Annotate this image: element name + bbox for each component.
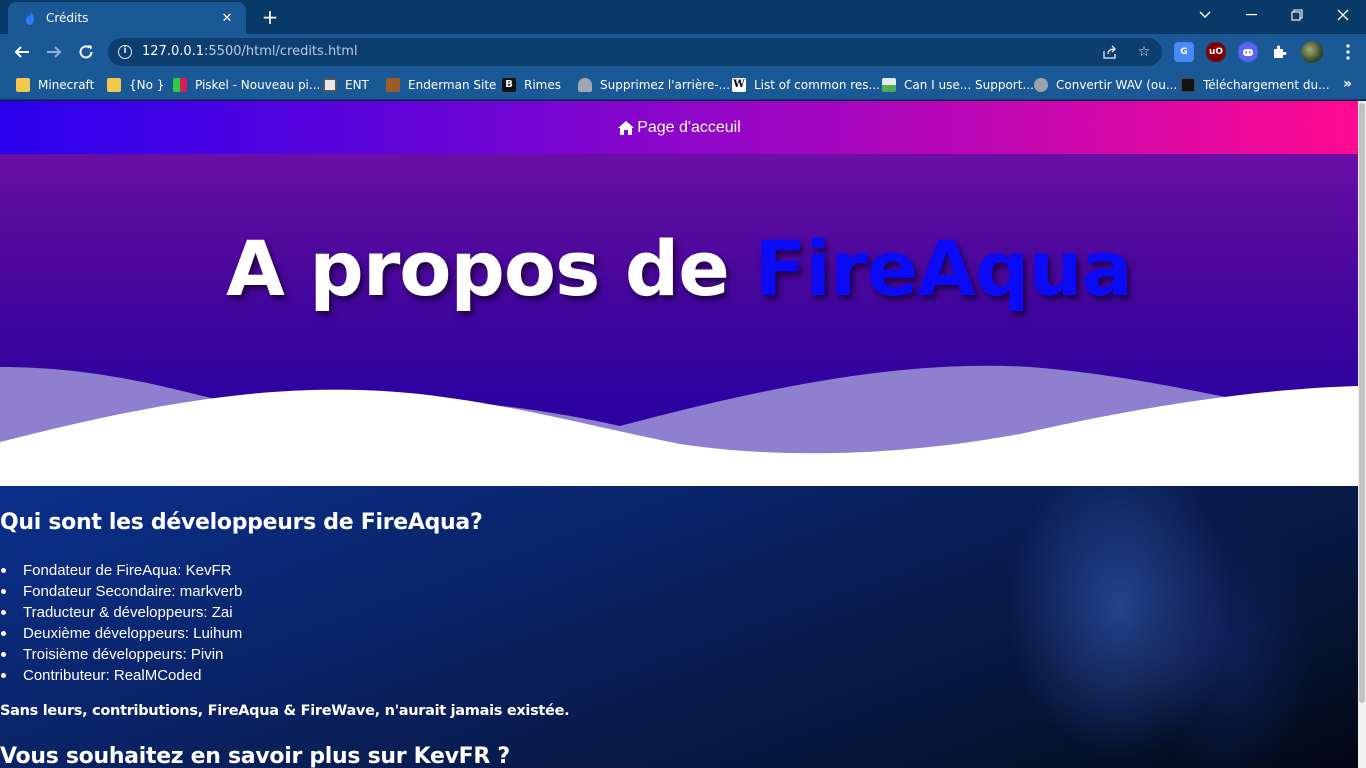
profile-avatar[interactable] [1301,41,1323,63]
bookmark-item[interactable]: Convertir WAV (ou... [1034,76,1177,94]
top-navigation: Page d'acceuil [0,101,1358,154]
bookmark-item[interactable]: Supprimez l'arrière-... [578,76,730,94]
developers-heading: Qui sont les développeurs de FireAqua? [0,510,483,535]
home-icon [618,120,635,135]
thanks-text: Sans leurs, contributions, FireAqua & Fi… [0,703,570,719]
discord-icon[interactable] [1238,42,1258,62]
piskel-icon [173,78,187,92]
browser-toolbar: i 127.0.0.1:5500/html/credits.html ☆ G u… [0,34,1366,70]
tab-strip: Crédits ✕ + [0,0,1366,34]
removebg-icon [578,78,592,92]
fire-favicon-icon [22,10,38,26]
hero-banner: A propos de FireAqua [0,154,1358,486]
bookmarks-bar: Minecraft {No } Piskel - Nouveau pi... E… [0,70,1366,100]
forward-button[interactable] [40,38,68,66]
reload-button[interactable] [72,38,100,66]
ent-icon [323,78,337,92]
rimes-icon: B [502,78,516,92]
bookmark-item[interactable]: {No } [107,76,164,94]
caniuse-icon [882,78,896,92]
bookmark-item[interactable]: ENT [323,76,369,94]
list-item: Fondateur de FireAqua: KevFR [0,560,242,581]
tab-search-icon[interactable] [1182,0,1228,30]
wikipedia-icon: W [732,78,746,92]
folder-icon [107,78,121,92]
folder-icon [16,78,30,92]
chrome-menu-icon[interactable] [1334,38,1362,66]
bookmark-star-icon[interactable]: ☆ [1134,42,1154,62]
credits-section: Qui sont les développeurs de FireAqua? F… [0,486,1358,768]
close-window-button[interactable] [1320,0,1366,30]
ublock-origin-icon[interactable]: uO [1206,42,1226,62]
share-icon[interactable] [1100,42,1120,62]
download-icon [1181,78,1195,92]
minimize-button[interactable] [1228,0,1274,30]
back-button[interactable] [8,38,36,66]
convert-icon [1034,78,1048,92]
home-link[interactable]: Page d'acceuil [617,119,741,137]
site-info-icon[interactable]: i [118,45,132,59]
tab-title: Crédits [46,11,89,25]
bookmark-item[interactable]: Minecraft [16,76,94,94]
new-tab-button[interactable]: + [258,6,282,28]
developers-list: Fondateur de FireAqua: KevFR Fondateur S… [0,560,242,686]
bookmark-item[interactable]: B Rimes [502,76,561,94]
bookmark-item[interactable]: W List of common res... [732,76,880,94]
google-translate-icon[interactable]: G [1174,42,1194,62]
browser-tab-active[interactable]: Crédits ✕ [8,2,246,34]
page-scrollbar[interactable] [1358,101,1366,768]
more-bookmarks-icon[interactable]: » [1343,76,1352,92]
list-item: Traducteur & développeurs: Zai [0,602,242,623]
restore-button[interactable] [1274,0,1320,30]
about-kevfr-heading: Vous souhaitez en savoir plus sur KevFR … [0,744,510,768]
extensions-puzzle-icon[interactable] [1270,42,1290,62]
close-tab-icon[interactable]: ✕ [218,11,236,26]
url-text: 127.0.0.1:5500/html/credits.html [142,44,358,59]
home-link-label: Page d'acceuil [637,118,741,136]
bookmark-item[interactable]: Téléchargement du... [1181,76,1330,94]
list-item: Contributeur: RealMCoded [0,665,242,686]
page-viewport: Page d'acceuil A propos de FireAqua Qui … [0,101,1358,768]
scrollbar-thumb[interactable] [1359,103,1365,703]
list-item: Troisième développeurs: Pivin [0,644,242,665]
bookmark-item[interactable]: Piskel - Nouveau pi... [173,76,320,94]
bookmark-item[interactable]: Enderman Site [386,76,496,94]
list-item: Deuxième développeurs: Luihum [0,623,242,644]
wave-decoration [0,365,1358,486]
address-bar[interactable]: i 127.0.0.1:5500/html/credits.html ☆ [108,38,1162,66]
bookmark-item[interactable]: Can I use... Support... [882,76,1034,94]
enderman-icon [386,78,400,92]
list-item: Fondateur Secondaire: markverb [0,581,242,602]
